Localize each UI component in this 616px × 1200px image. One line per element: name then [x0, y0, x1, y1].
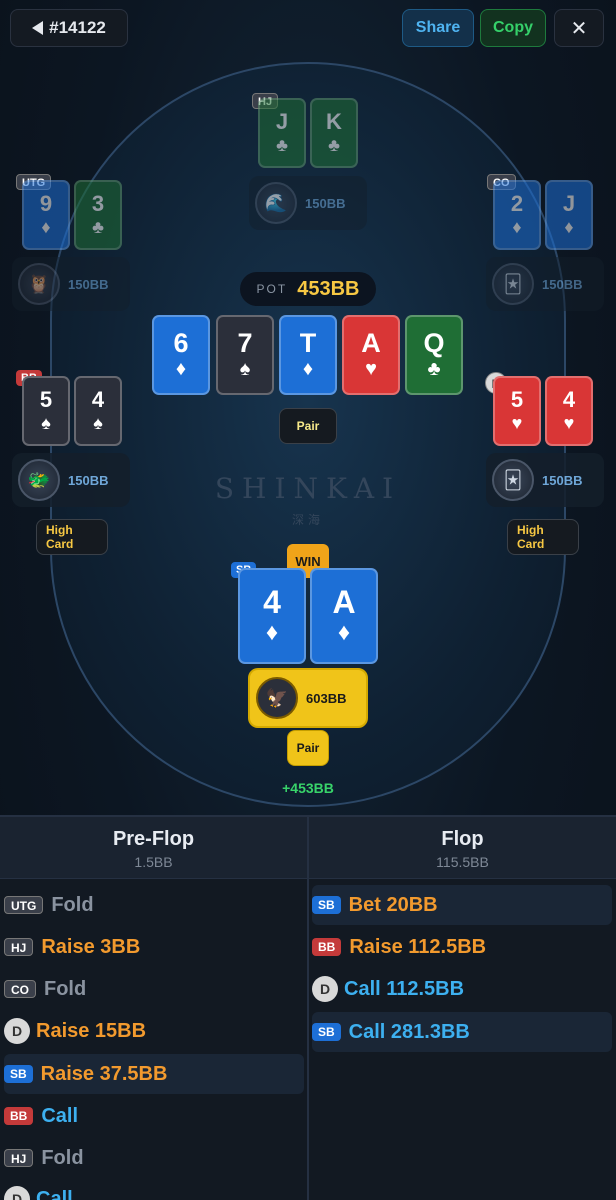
action-row[interactable]: D Call — [4, 1179, 304, 1200]
action-row[interactable]: BB Raise 112.5BB — [312, 927, 612, 967]
action-log: Pre-Flop 1.5BB Flop 115.5BB UTG Fold HJ Ra… — [0, 815, 616, 1200]
stack-sb: 603BB — [306, 690, 347, 706]
street-header-flop[interactable]: Flop 115.5BB — [309, 817, 616, 879]
action-row[interactable]: D Call 112.5BB — [312, 969, 612, 1009]
sb-card-1: 4 ♦ — [238, 568, 306, 664]
street-name: Pre-Flop — [112, 828, 195, 850]
hero-gain: +453BB — [282, 780, 334, 796]
street-header-preflop[interactable]: Pre-Flop 1.5BB — [0, 817, 307, 879]
avatar-bb: 🐲 — [18, 459, 60, 501]
avatar-btn: 🃏 — [492, 459, 534, 501]
share-button[interactable]: Share — [402, 9, 474, 47]
avatar-sb: 🦅 — [256, 677, 298, 719]
action-row[interactable]: BB Call — [4, 1096, 304, 1136]
seat-hj[interactable]: 🌊 150BB — [249, 176, 367, 230]
stack-btn: 150BB — [542, 472, 583, 488]
seat-btn[interactable]: 🃏 150BB — [486, 453, 604, 507]
street-pot: 115.5BB — [436, 854, 489, 870]
co-card-1: 2 ♦ — [493, 180, 541, 250]
btn-card-1: 5 ♥ — [493, 376, 541, 446]
stack-utg: 150BB — [68, 276, 109, 292]
action-row[interactable]: HJ Fold — [4, 1138, 304, 1178]
board-card-5: Q ♣ — [405, 315, 463, 395]
seat-utg[interactable]: 🦉 150BB — [12, 257, 130, 311]
utg-card-2: 3 ♣ — [74, 180, 122, 250]
pot-label: POT — [256, 282, 288, 296]
hj-card-1: J ♣ — [258, 98, 306, 168]
column-divider — [307, 817, 309, 1200]
bb-card-2: 4 ♠ — [74, 376, 122, 446]
seat-bb[interactable]: 🐲 150BB — [12, 453, 130, 507]
action-row[interactable]: D Raise 15BB — [4, 1011, 304, 1051]
seat-sb-hero[interactable]: 🦅 603BB — [248, 668, 368, 728]
hj-card-2: K ♣ — [310, 98, 358, 168]
avatar-utg: 🦉 — [18, 263, 60, 305]
hand-replay-screen: { "header": { "hand_id": "#14122", "shar… — [0, 0, 616, 1200]
utg-card-1: 9 ♦ — [22, 180, 70, 250]
btn-card-2: 4 ♥ — [545, 376, 593, 446]
avatar-hj: 🌊 — [255, 182, 297, 224]
hand-rank-bb: High Card — [36, 519, 108, 555]
seat-co[interactable]: 🃏 150BB — [486, 257, 604, 311]
sb-card-2: A ♦ — [310, 568, 378, 664]
board-card-2: 7 ♠ — [216, 315, 274, 395]
close-icon: ✕ — [570, 17, 588, 40]
street-pot: 1.5BB — [134, 854, 173, 870]
copy-button[interactable]: Copy — [480, 9, 546, 47]
board-card-4: A ♥ — [342, 315, 400, 395]
action-row[interactable]: SB Raise 37.5BB — [4, 1054, 304, 1094]
hand-id: #14122 — [49, 18, 106, 37]
stack-bb: 150BB — [68, 472, 109, 488]
hand-rank-btn: High Card — [507, 519, 579, 555]
action-row[interactable]: CO Fold — [4, 969, 304, 1009]
pot-display: POT 453BB — [240, 272, 376, 306]
bb-card-1: 5 ♠ — [22, 376, 70, 446]
co-card-2: J ♦ — [545, 180, 593, 250]
close-button[interactable]: ✕ — [554, 9, 604, 47]
back-button[interactable]: #14122 — [10, 9, 128, 47]
board-card-1: 6 ♦ — [152, 315, 210, 395]
pot-value: 453BB — [297, 277, 360, 300]
avatar-co: 🃏 — [492, 263, 534, 305]
action-row[interactable]: UTG Fold — [4, 885, 304, 925]
action-row[interactable]: SB Bet 20BB — [312, 885, 612, 925]
stack-hj: 150BB — [305, 195, 346, 211]
hand-rank-sb: Pair — [287, 730, 329, 766]
board-hand-rank: Pair — [279, 408, 337, 444]
stack-co: 150BB — [542, 276, 583, 292]
back-arrow-icon — [32, 21, 44, 35]
board-card-3: T ♦ — [279, 315, 337, 395]
street-name: Flop — [441, 828, 484, 850]
action-row[interactable]: SB Call 281.3BB — [312, 1012, 612, 1052]
action-row[interactable]: HJ Raise 3BB — [4, 927, 304, 967]
